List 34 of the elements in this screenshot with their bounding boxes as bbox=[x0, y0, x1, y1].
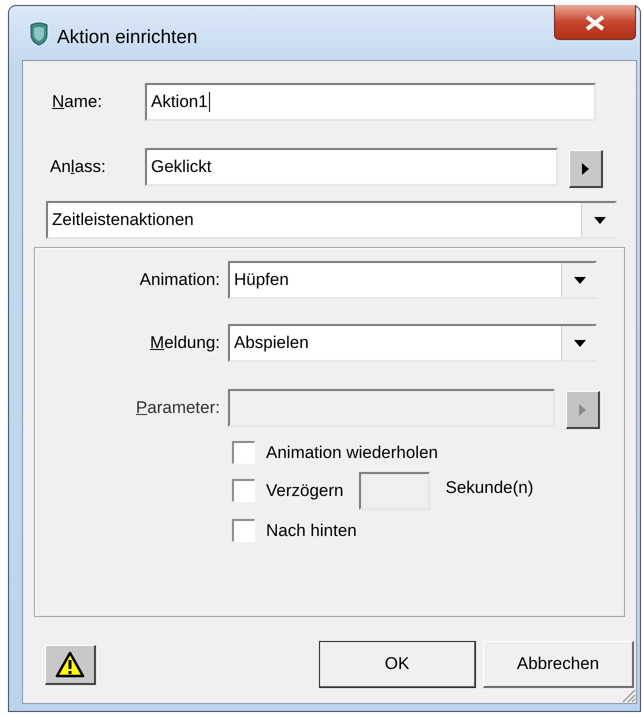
warning-icon bbox=[55, 650, 85, 678]
event-label: Anlass: bbox=[50, 156, 107, 178]
event-field[interactable]: Geklickt bbox=[145, 148, 558, 186]
unit-label: Sekunde(n) bbox=[446, 476, 534, 499]
category-dropdown[interactable]: Zeitleistenaktionen bbox=[46, 201, 617, 239]
dropdown[interactable]: Hüpfen bbox=[228, 261, 597, 299]
dropdown-arrow-icon bbox=[574, 340, 586, 346]
dropdown[interactable]: Abspielen bbox=[228, 324, 597, 362]
checkbox-label: Animation wiederholen bbox=[266, 442, 438, 464]
close-icon bbox=[584, 14, 606, 31]
name-label: Name: bbox=[52, 91, 104, 114]
delay-field[interactable] bbox=[358, 472, 430, 510]
dialog-button[interactable]: Abbrechen bbox=[483, 641, 634, 688]
dialog-button[interactable]: OK bbox=[319, 641, 476, 688]
field-label: Meldung: bbox=[149, 332, 220, 354]
name-field[interactable]: Aktion1 bbox=[145, 83, 596, 121]
warning-button[interactable] bbox=[45, 644, 96, 684]
checkbox-label: Nach hinten bbox=[266, 520, 357, 542]
window-title: Aktion einrichten bbox=[57, 26, 198, 50]
field-label: Animation: bbox=[138, 269, 220, 292]
close-button[interactable] bbox=[554, 5, 636, 40]
dropdown-arrow-icon bbox=[574, 276, 586, 284]
checkbox-label: Verzögern bbox=[266, 480, 344, 502]
right-arrow-icon bbox=[582, 162, 589, 174]
dropdown-arrow-icon bbox=[594, 216, 606, 224]
browse-button[interactable] bbox=[566, 391, 600, 429]
app-shield-icon bbox=[29, 22, 49, 46]
checkbox[interactable] bbox=[232, 441, 255, 464]
checkbox[interactable] bbox=[232, 518, 255, 542]
resize-grip-icon bbox=[620, 687, 636, 703]
browse-button[interactable] bbox=[569, 150, 603, 188]
right-arrow-icon bbox=[579, 404, 586, 416]
field-label: Parameter: bbox=[134, 397, 220, 420]
checkbox[interactable] bbox=[232, 479, 255, 502]
